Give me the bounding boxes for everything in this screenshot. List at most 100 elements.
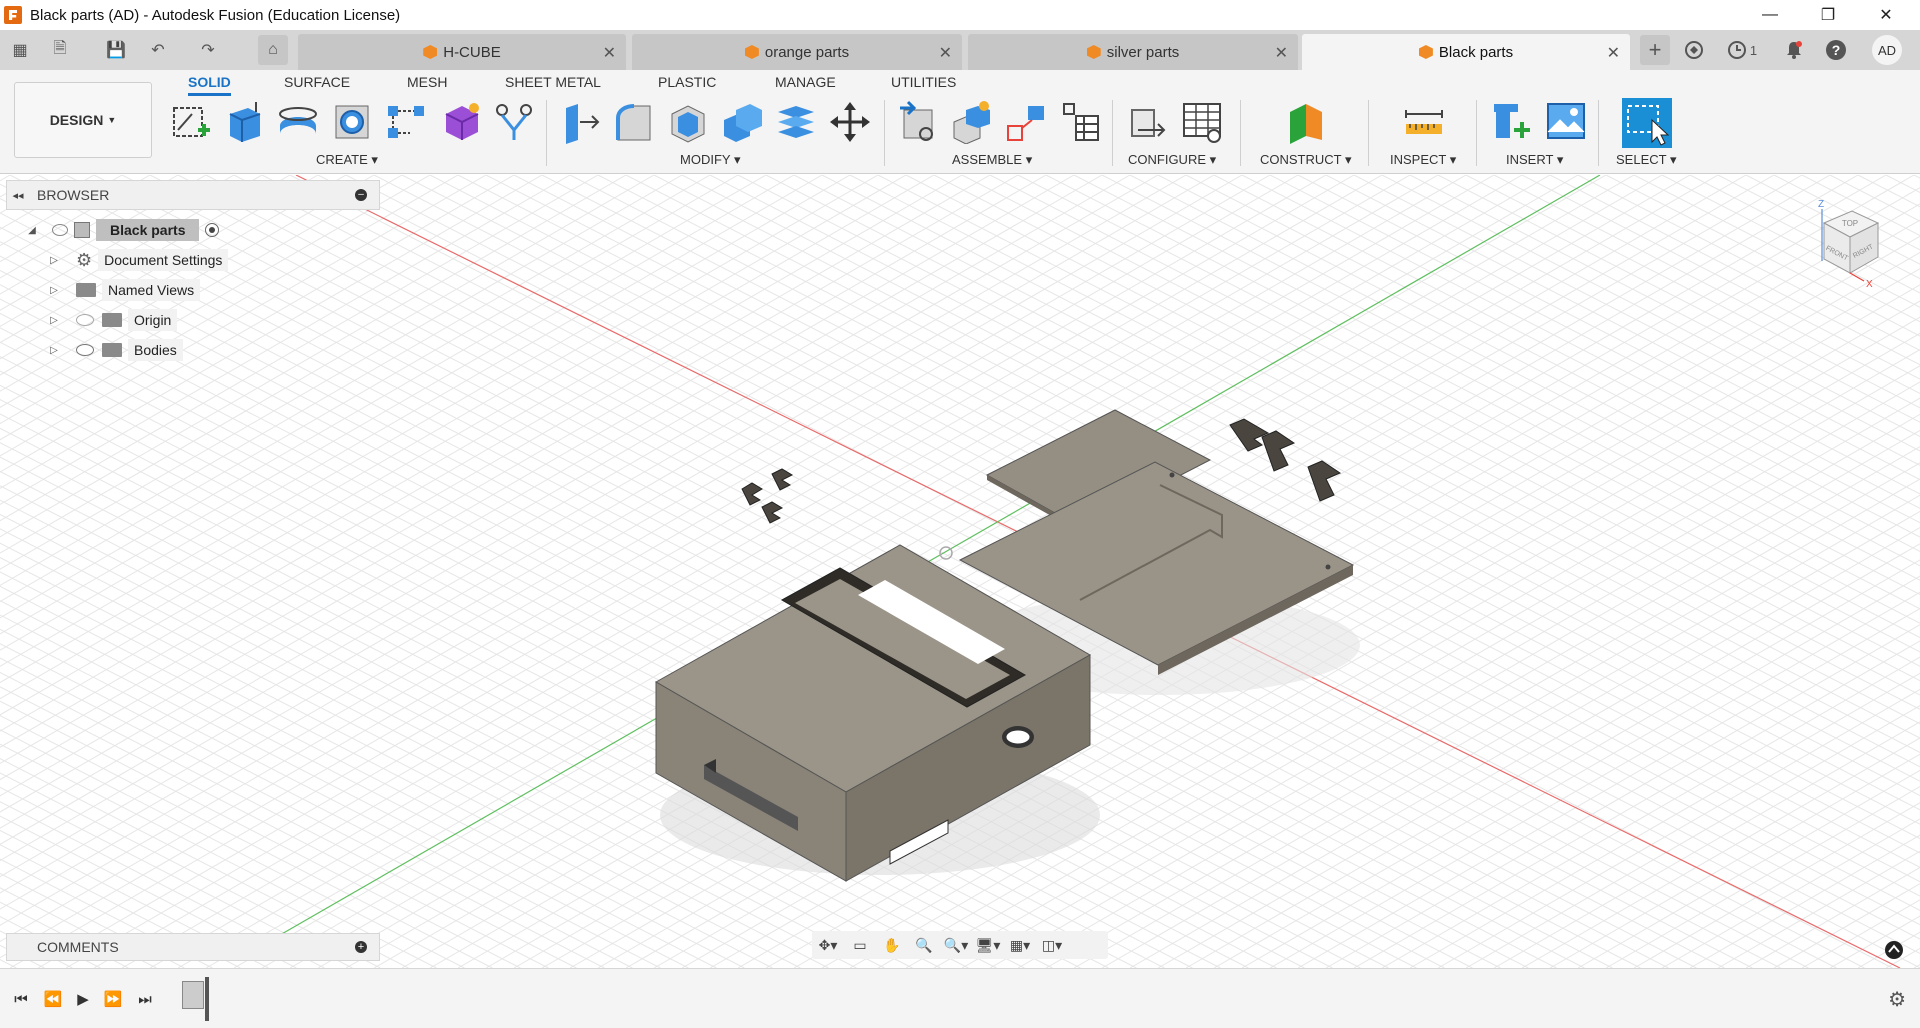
- workspace-switcher[interactable]: DESIGN ▼: [14, 82, 152, 158]
- tab-h-cube[interactable]: H-CUBE ✕: [298, 34, 626, 70]
- save-icon[interactable]: 💾: [104, 38, 128, 62]
- construct-group-label[interactable]: CONSTRUCT ▾: [1260, 152, 1352, 168]
- go-to-start-icon[interactable]: ⏮: [10, 989, 32, 1009]
- offset-plane-icon[interactable]: [1284, 100, 1328, 144]
- tab-solid[interactable]: SOLID: [188, 74, 231, 96]
- notifications-bell-icon[interactable]: [1782, 38, 1806, 62]
- configuration-table-icon[interactable]: [1180, 100, 1224, 144]
- zoom-window-icon[interactable]: 🔍▾: [940, 933, 972, 957]
- home-icon[interactable]: ⌂: [258, 35, 288, 65]
- fillet-icon[interactable]: [612, 100, 656, 144]
- close-tab-icon[interactable]: ✕: [603, 43, 616, 63]
- derive-icon[interactable]: [492, 100, 536, 144]
- bill-of-materials-icon[interactable]: [1058, 100, 1102, 144]
- browser-item-origin[interactable]: ▷ Origin: [48, 307, 178, 333]
- close-tab-icon[interactable]: ✕: [939, 43, 952, 63]
- press-pull-icon[interactable]: [558, 100, 602, 144]
- inspect-group-label[interactable]: INSPECT ▾: [1390, 152, 1456, 168]
- combine-icon[interactable]: [720, 100, 764, 144]
- visibility-eye-icon[interactable]: [76, 344, 94, 356]
- create-sketch-icon[interactable]: [168, 100, 212, 144]
- tab-orange-parts[interactable]: orange parts ✕: [632, 34, 962, 70]
- orbit-icon[interactable]: ✥▾: [812, 933, 844, 957]
- undo-icon[interactable]: ↶: [146, 38, 170, 62]
- timeline-marker[interactable]: [205, 977, 209, 1021]
- measure-icon[interactable]: [1402, 100, 1446, 144]
- configure-icon[interactable]: [1124, 100, 1168, 144]
- browser-item-document-settings[interactable]: ▷ ⚙ Document Settings: [48, 247, 229, 273]
- tab-sheet-metal[interactable]: SHEET METAL: [505, 74, 601, 96]
- expand-toggle-icon[interactable]: ▷: [48, 314, 60, 326]
- go-to-end-icon[interactable]: ⏭: [134, 989, 156, 1009]
- 3d-viewport[interactable]: /* placeholder */: [0, 175, 1920, 968]
- close-tab-icon[interactable]: ✕: [1607, 43, 1620, 63]
- pan-hand-icon[interactable]: ✋: [876, 933, 908, 957]
- extensions-icon[interactable]: [1682, 38, 1706, 62]
- pattern-icon[interactable]: [384, 100, 428, 144]
- assemble-group-label[interactable]: ASSEMBLE ▾: [952, 152, 1032, 168]
- extrude-icon[interactable]: [222, 100, 266, 144]
- offset-face-icon[interactable]: [774, 100, 818, 144]
- user-avatar[interactable]: AD: [1872, 35, 1902, 65]
- visibility-eye-icon[interactable]: [52, 224, 68, 236]
- job-status-icon[interactable]: 1: [1722, 38, 1762, 62]
- minimize-button[interactable]: —: [1742, 0, 1798, 30]
- move-icon[interactable]: [828, 100, 872, 144]
- modify-group-label[interactable]: MODIFY ▾: [680, 152, 740, 168]
- hole-icon[interactable]: [330, 100, 374, 144]
- comments-panel-header[interactable]: COMMENTS +: [6, 933, 380, 961]
- add-comment-icon[interactable]: +: [355, 941, 367, 953]
- rigid-group-icon[interactable]: [1004, 100, 1048, 144]
- activate-radio-icon[interactable]: [205, 223, 220, 237]
- browser-root-row[interactable]: ◢ Black parts: [26, 217, 220, 243]
- tab-surface[interactable]: SURFACE: [284, 74, 350, 96]
- tab-silver-parts[interactable]: silver parts ✕: [968, 34, 1298, 70]
- expand-toggle-icon[interactable]: ▷: [48, 284, 60, 296]
- create-group-label[interactable]: CREATE ▾: [316, 152, 378, 168]
- tab-utilities[interactable]: UTILITIES: [891, 74, 956, 96]
- tab-manage[interactable]: MANAGE: [775, 74, 836, 96]
- zoom-icon[interactable]: 🔍: [908, 933, 940, 957]
- grid-settings-icon[interactable]: ▦▾: [1004, 933, 1036, 957]
- viewports-icon[interactable]: ◫▾: [1036, 933, 1068, 957]
- data-panel-grid-icon[interactable]: ▦: [8, 38, 32, 62]
- expand-toggle-icon[interactable]: ▷: [48, 344, 60, 356]
- hidden-eye-icon[interactable]: [76, 314, 94, 326]
- file-menu-icon[interactable]: 🗎: [48, 38, 72, 62]
- tab-mesh[interactable]: MESH: [407, 74, 447, 96]
- select-icon[interactable]: [1622, 98, 1672, 148]
- browser-item-bodies[interactable]: ▷ Bodies: [48, 337, 183, 363]
- close-window-button[interactable]: ✕: [1858, 0, 1914, 30]
- insert-group-label[interactable]: INSERT ▾: [1506, 152, 1563, 168]
- display-settings-icon[interactable]: 🖥▾: [972, 933, 1004, 957]
- form-icon[interactable]: [438, 100, 482, 144]
- shell-icon[interactable]: [666, 100, 710, 144]
- next-step-icon[interactable]: ⏩: [102, 989, 124, 1009]
- redo-icon[interactable]: ↷: [196, 38, 220, 62]
- joint-icon[interactable]: [950, 100, 994, 144]
- timeline-feature-icon[interactable]: [182, 981, 204, 1009]
- tab-plastic[interactable]: PLASTIC: [658, 74, 716, 96]
- expand-toggle-icon[interactable]: ◢: [26, 224, 38, 236]
- browser-item-named-views[interactable]: ▷ Named Views: [48, 277, 201, 303]
- new-component-icon[interactable]: [896, 100, 940, 144]
- tab-black-parts[interactable]: Black parts ✕: [1302, 34, 1630, 70]
- minimize-panel-icon[interactable]: –: [355, 189, 367, 201]
- timeline-settings-gear-icon[interactable]: ⚙: [1888, 987, 1906, 1012]
- document-tab-bar: ▦ 🗎 💾 ↶ ↷ ⌂ H-CUBE ✕ orange parts ✕ silv…: [0, 30, 1920, 70]
- help-icon[interactable]: ?: [1824, 38, 1848, 62]
- select-group-label[interactable]: SELECT ▾: [1616, 152, 1676, 168]
- configure-group-label[interactable]: CONFIGURE ▾: [1128, 152, 1216, 168]
- revolve-icon[interactable]: [276, 100, 320, 144]
- collapse-panel-icon[interactable]: ◂◂: [7, 189, 29, 202]
- look-at-icon[interactable]: ▭: [844, 933, 876, 957]
- play-icon[interactable]: ▶: [72, 989, 94, 1009]
- canvas-image-icon[interactable]: [1544, 100, 1588, 144]
- insert-derive-icon[interactable]: [1490, 100, 1534, 144]
- new-tab-button[interactable]: +: [1640, 35, 1670, 65]
- previous-step-icon[interactable]: ⏪: [42, 989, 64, 1009]
- expand-toggle-icon[interactable]: ▷: [48, 254, 60, 266]
- viewport-canvas[interactable]: /* placeholder */ TOP FRONT RIGHT Z X: [0, 175, 1920, 968]
- restore-button[interactable]: ❐: [1800, 0, 1856, 30]
- close-tab-icon[interactable]: ✕: [1275, 43, 1288, 63]
